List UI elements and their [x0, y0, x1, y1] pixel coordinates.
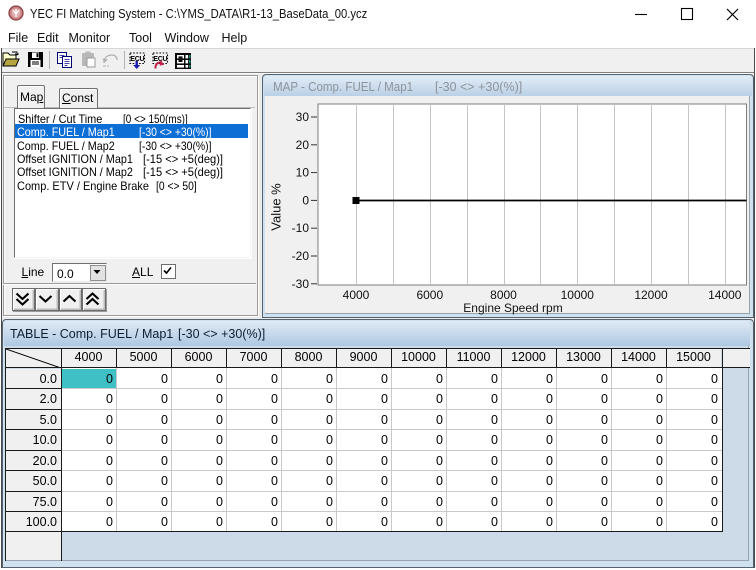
svg-text:12000: 12000 [634, 288, 668, 302]
svg-text:10000: 10000 [561, 288, 595, 302]
svg-text:20: 20 [296, 138, 310, 152]
svg-text:30: 30 [296, 110, 310, 124]
svg-text:0: 0 [302, 193, 309, 207]
svg-text:-30: -30 [292, 277, 310, 291]
svg-text:8000: 8000 [490, 288, 517, 302]
svg-text:4000: 4000 [343, 288, 370, 302]
svg-text:6000: 6000 [416, 288, 443, 302]
svg-text:Value %: Value % [269, 183, 284, 231]
svg-text:-20: -20 [292, 249, 310, 263]
svg-text:Engine Speed rpm: Engine Speed rpm [463, 301, 562, 315]
svg-text:14000: 14000 [708, 288, 742, 302]
svg-text:-10: -10 [292, 221, 310, 235]
svg-text:10: 10 [296, 166, 310, 180]
